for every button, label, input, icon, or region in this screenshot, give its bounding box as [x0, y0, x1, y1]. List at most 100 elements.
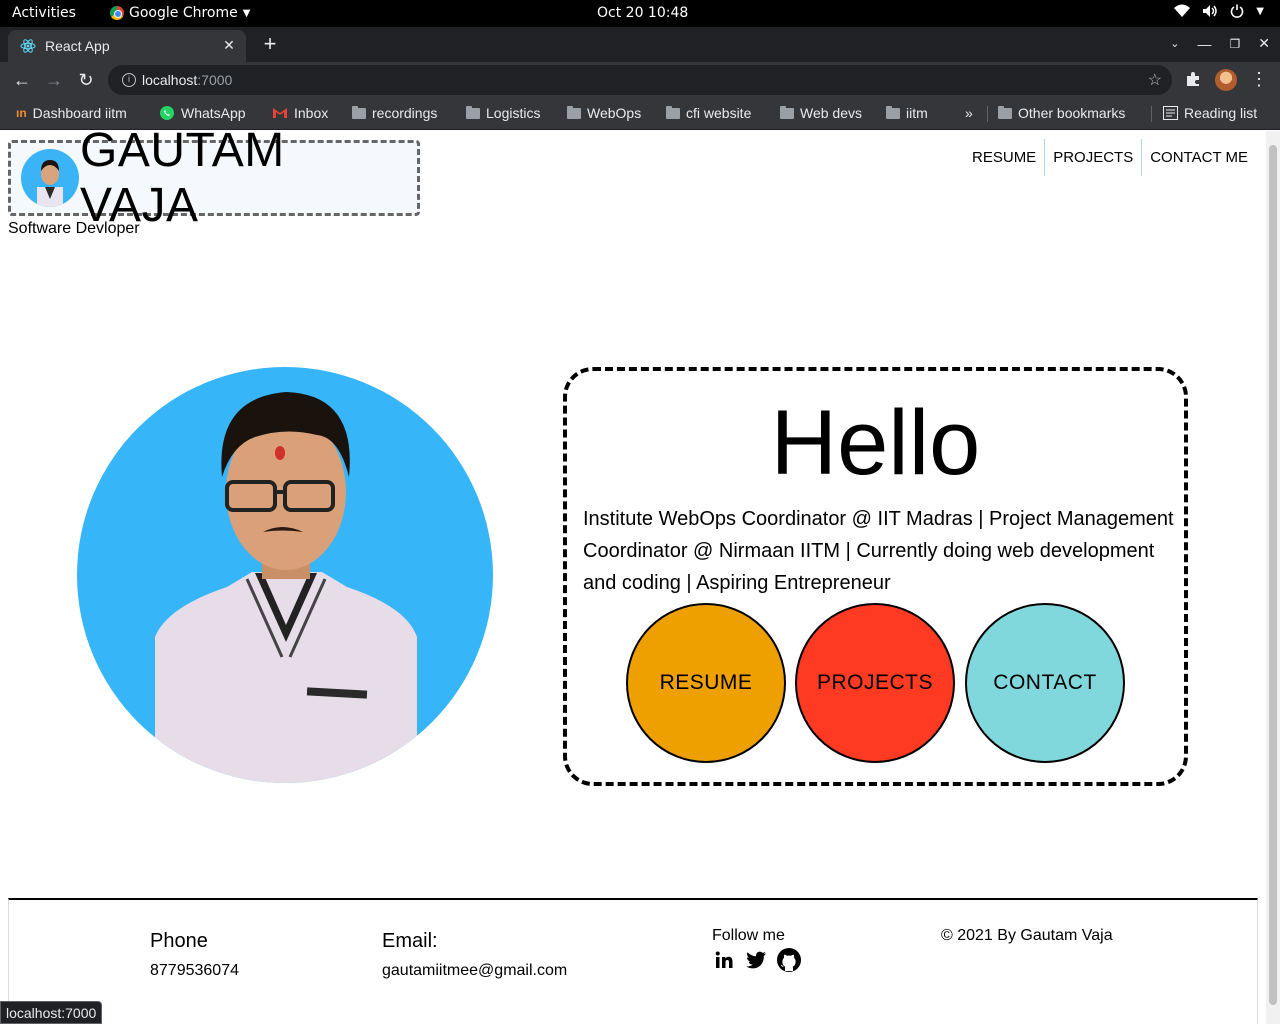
bookmark-label: iitm	[906, 105, 928, 121]
bookmark-web-devs[interactable]: Web devs	[780, 105, 862, 121]
email-value: gautamiitmee@gmail.com	[382, 962, 568, 979]
app-menu-label: Google Chrome	[129, 5, 238, 21]
clock[interactable]: Oct 20 10:48	[597, 5, 688, 21]
bio-text: Institute WebOps Coordinator @ IIT Madra…	[583, 508, 1174, 594]
linkedin-icon[interactable]	[712, 948, 736, 972]
reading-list-button[interactable]: Reading list	[1163, 105, 1257, 121]
address-bar[interactable]: i localhost:7000 ☆	[108, 65, 1172, 95]
bookmark-inbox[interactable]: Inbox	[272, 105, 328, 121]
bookmark-logistics[interactable]: Logistics	[466, 105, 540, 121]
kebab-menu-icon[interactable]: ⋮	[1250, 69, 1268, 90]
scrollbar-thumb[interactable]	[1269, 145, 1277, 1005]
bookmark-label: Reading list	[1184, 105, 1258, 121]
bookmark-label: Web devs	[800, 105, 862, 121]
whatsapp-icon	[160, 106, 174, 120]
bookmark-whatsapp[interactable]: WhatsApp	[159, 105, 246, 121]
bookmark-webops[interactable]: WebOps	[567, 105, 641, 121]
wifi-icon	[1174, 4, 1191, 17]
new-tab-button[interactable]: +	[258, 33, 282, 57]
app-menu[interactable]: Google Chrome ▼	[110, 5, 250, 21]
bookmark-label: Logistics	[486, 105, 541, 121]
nav-projects-link[interactable]: PROJECTS	[1045, 139, 1143, 176]
brand-title[interactable]: GAUTAM VAJA	[80, 131, 417, 233]
bookmarks-separator	[987, 106, 988, 122]
tab-title: React App	[45, 38, 110, 54]
link-status-bubble: localhost:7000	[0, 1001, 103, 1024]
volume-icon	[1203, 5, 1218, 17]
contact-button[interactable]: CONTACT	[965, 603, 1125, 763]
forward-arrow-icon[interactable]: →	[42, 68, 66, 92]
window-controls: ⌄ — ❐ ✕	[1170, 35, 1270, 52]
bookmarks-bar: ın Dashboard iitm WhatsApp Inbox recordi…	[0, 98, 1280, 130]
resume-button[interactable]: RESUME	[626, 603, 786, 763]
bookmark-label: WebOps	[587, 105, 642, 121]
bookmark-recordings[interactable]: recordings	[352, 105, 437, 121]
browser-toolbar: ← → ↻ i localhost:7000 ☆ ⋮	[0, 62, 1280, 98]
folder-icon	[567, 105, 581, 119]
page-viewport: GAUTAM VAJA Software Devloper RESUME PRO…	[0, 131, 1266, 1024]
info-icon[interactable]: i	[122, 73, 136, 87]
bookmark-label: WhatsApp	[181, 105, 246, 121]
bookmark-label: Dashboard iitm	[32, 105, 127, 121]
react-icon	[20, 39, 36, 53]
folder-icon	[466, 105, 480, 119]
folder-icon	[780, 105, 794, 119]
minimize-icon[interactable]: —	[1198, 36, 1212, 52]
url-port: :7000	[197, 72, 233, 88]
folder-icon	[352, 105, 366, 119]
social-links	[712, 947, 802, 973]
phone-value: 8779536074	[150, 962, 239, 979]
bookmark-label: cfi website	[686, 105, 752, 121]
brand-avatar	[21, 149, 79, 207]
twitter-icon[interactable]	[744, 948, 768, 972]
brand-header: GAUTAM VAJA	[8, 131, 420, 232]
bookmark-cfi-website[interactable]: cfi website	[666, 105, 751, 121]
bookmark-iitm[interactable]: iitm	[886, 105, 928, 121]
nav-contact-link[interactable]: CONTACT ME	[1142, 139, 1256, 176]
top-nav: RESUME PROJECTS CONTACT ME	[964, 139, 1256, 176]
projects-button[interactable]: PROJECTS	[795, 603, 955, 763]
bookmark-other-bookmarks[interactable]: Other bookmarks	[998, 105, 1125, 121]
reload-icon[interactable]: ↻	[74, 68, 98, 92]
tab-react-app[interactable]: React App ✕	[8, 30, 246, 62]
chrome-icon	[110, 6, 124, 20]
iitm-icon: ın	[16, 106, 27, 120]
caret-down-icon: ▼	[242, 7, 251, 19]
bookmark-star-icon[interactable]: ☆	[1148, 70, 1162, 90]
back-arrow-icon[interactable]: ←	[10, 68, 34, 92]
page-scrollbar[interactable]	[1266, 131, 1280, 1024]
email-label: Email:	[382, 930, 438, 952]
hello-heading: Hello	[770, 392, 981, 494]
system-tray[interactable]: ▼	[1174, 4, 1264, 18]
bookmarks-separator	[1151, 106, 1152, 122]
folder-icon	[666, 105, 680, 119]
folder-icon	[886, 105, 900, 119]
bookmark-label: Other bookmarks	[1018, 105, 1126, 121]
caret-down-icon: ▼	[1256, 5, 1264, 17]
activities-button[interactable]: Activities	[12, 5, 76, 21]
phone-label: Phone	[150, 930, 208, 952]
gmail-icon	[273, 108, 287, 118]
close-window-icon[interactable]: ✕	[1258, 35, 1270, 52]
tab-search-icon[interactable]: ⌄	[1170, 37, 1179, 50]
profile-avatar[interactable]	[1215, 69, 1237, 91]
extensions-puzzle-icon[interactable]	[1184, 70, 1204, 90]
url-host: localhost	[142, 72, 198, 88]
follow-label: Follow me	[712, 927, 785, 944]
folder-icon	[998, 105, 1012, 119]
footer: Phone 8779536074 Email: gautamiitmee@gma…	[8, 898, 1258, 1024]
bookmark-dashboard-iitm[interactable]: ın Dashboard iitm	[16, 105, 127, 121]
system-top-bar: Activities Google Chrome ▼ Oct 20 10:48 …	[0, 0, 1280, 27]
github-icon[interactable]	[776, 947, 802, 973]
copyright-text: © 2021 By Gautam Vaja	[941, 927, 1113, 944]
profile-portrait	[77, 367, 493, 783]
bookmark-label: recordings	[372, 105, 438, 121]
bookmark-label: Inbox	[294, 105, 329, 121]
reading-list-icon	[1163, 106, 1178, 120]
intro-card: Hello Institute WebOps Coordinator @ IIT…	[563, 367, 1188, 786]
close-tab-icon[interactable]: ✕	[220, 36, 238, 54]
nav-resume-link[interactable]: RESUME	[964, 139, 1046, 176]
bookmarks-overflow-icon[interactable]: »	[965, 105, 973, 121]
restore-icon[interactable]: ❐	[1230, 37, 1241, 51]
tab-strip: React App ✕ + ⌄ — ❐ ✕	[0, 27, 1280, 62]
